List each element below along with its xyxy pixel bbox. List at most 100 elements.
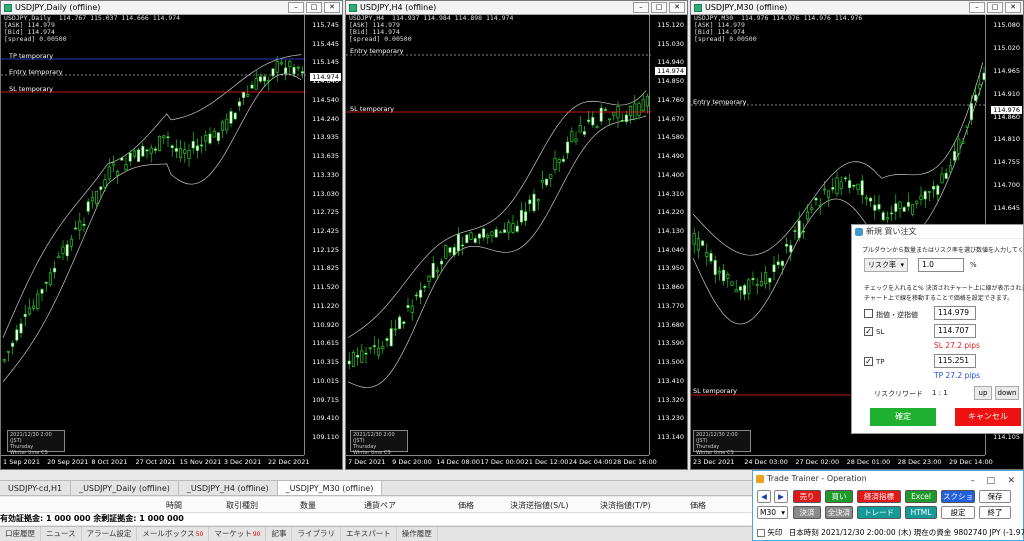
time-and-balance: 日本時刻 2021/12/30 2:00:00 (木) 現在の資金 980274… — [788, 528, 1024, 537]
close-button[interactable]: ✕ — [669, 2, 685, 13]
entry-line-label[interactable]: Entry temporary — [9, 68, 63, 76]
confirm-button[interactable]: 確定 — [870, 408, 936, 426]
column-sl[interactable]: 決済逆指値(S/L) — [510, 500, 568, 511]
down-button[interactable]: down — [995, 386, 1019, 400]
candle-body — [128, 152, 132, 162]
mailbox-badge: 50 — [195, 531, 204, 538]
chart-window-h4[interactable]: USDJPY,H4 (offline) – □ ✕ USDJPY,H4 114.… — [345, 0, 688, 470]
tp-line-label[interactable]: TP temporary — [9, 52, 53, 60]
maximize-icon[interactable]: □ — [986, 473, 995, 489]
candle-body — [11, 342, 15, 347]
candle-body — [132, 150, 136, 157]
candle-body — [566, 141, 570, 154]
column-type[interactable]: 取引種別 — [226, 500, 258, 511]
column-volume[interactable]: 数量 — [300, 500, 316, 511]
cancel-button[interactable]: キャンセル — [955, 408, 1021, 426]
limit-price-input[interactable]: 114.979 — [934, 306, 976, 320]
sl-price-input[interactable]: 114.707 — [934, 324, 976, 338]
html-button[interactable]: HTML — [905, 506, 937, 519]
candle-body — [216, 132, 220, 141]
sell-button[interactable]: 売り — [793, 490, 821, 503]
tab-alerts[interactable]: アラーム設定 — [82, 527, 138, 541]
price-tick: 113.680 — [657, 320, 684, 329]
tab-usdjpy-h4[interactable]: _USDJPY_H4 (offline) — [179, 481, 278, 495]
buy-button[interactable]: 買い — [825, 490, 853, 503]
minimize-icon[interactable]: – — [971, 473, 976, 489]
sl-line-label[interactable]: SL temporary — [9, 85, 53, 93]
candle-body — [179, 148, 183, 159]
sl-line-label[interactable]: SL temporary — [350, 105, 394, 113]
chart-window-daily[interactable]: USDJPY,Daily (offline) – □ ✕ USDJPY,Dail… — [0, 0, 343, 470]
risk-mode-select[interactable]: リスク率 ▾ — [864, 258, 908, 272]
tab-usdjpy-h1[interactable]: USDJPY-cd,H1 — [0, 481, 72, 495]
maximize-button[interactable]: □ — [306, 2, 322, 13]
candle-body — [839, 181, 843, 189]
maximize-button[interactable]: □ — [987, 2, 1003, 13]
dialog-titlebar[interactable]: 新規 買い注文 — [852, 225, 1023, 239]
exit-button[interactable]: 終了 — [979, 506, 1011, 519]
candle-body — [44, 282, 48, 284]
candle-body — [743, 285, 747, 295]
tab-usdjpy-daily[interactable]: _USDJPY_Daily (offline) — [71, 481, 179, 495]
price-plot[interactable] — [1, 15, 306, 457]
chart-titlebar[interactable]: USDJPY,Daily (offline) – □ ✕ — [1, 1, 342, 15]
candle-body — [377, 347, 381, 356]
tab-library[interactable]: ライブラリ — [292, 527, 341, 541]
tab-journal[interactable]: 操作履歴 — [397, 527, 438, 541]
next-arrow-button[interactable]: ▶ — [774, 490, 788, 503]
entry-line-label[interactable]: Entry temporary — [350, 47, 404, 55]
up-button[interactable]: up — [974, 386, 992, 400]
minimize-button[interactable]: – — [288, 2, 304, 13]
timeframe-select[interactable]: M30 ▾ — [757, 506, 788, 519]
tab-experts[interactable]: エキスパート — [341, 527, 397, 541]
price-tick: 113.500 — [657, 358, 684, 367]
column-pair[interactable]: 通貨ペア — [364, 500, 396, 511]
screenshot-button[interactable]: スクショ — [941, 490, 975, 503]
candle-body — [524, 211, 528, 221]
economic-indicator-button[interactable]: 経済指標 — [857, 490, 901, 503]
sl-line-label[interactable]: SL temporary — [693, 387, 737, 395]
close-button[interactable]: ✕ — [1005, 2, 1021, 13]
column-price-2[interactable]: 価格 — [690, 500, 706, 511]
tab-mailbox[interactable]: メールボックス50 — [137, 527, 210, 541]
column-time[interactable]: 時間 — [166, 500, 182, 511]
tp-checkbox[interactable]: ✓ — [864, 357, 873, 366]
chart-titlebar[interactable]: USDJPY,M30 (offline) – □ ✕ — [691, 1, 1023, 15]
sl-checkbox[interactable]: ✓ — [864, 327, 873, 336]
excel-button[interactable]: Excel — [905, 490, 937, 503]
candle-body — [612, 112, 616, 116]
candle-body — [448, 247, 452, 253]
tab-account-history[interactable]: 口座履歴 — [0, 527, 41, 541]
candle-body — [233, 112, 237, 120]
save-button[interactable]: 保存 — [979, 490, 1011, 503]
column-tp[interactable]: 決済指値(T/P) — [600, 500, 651, 511]
entry-line-label[interactable]: Entry temporary — [693, 98, 747, 106]
candle-body — [885, 217, 889, 220]
candle-body — [116, 171, 120, 176]
tab-market[interactable]: マーケット90 — [209, 527, 267, 541]
arrow-checkbox[interactable] — [757, 529, 765, 537]
trade-trainer-titlebar[interactable]: Trade Trainer - Operation – □ ✕ — [753, 471, 1023, 487]
minimize-button[interactable]: – — [969, 2, 985, 13]
tp-price-input[interactable]: 115.251 — [934, 354, 976, 368]
price-plot[interactable] — [346, 15, 651, 457]
maximize-button[interactable]: □ — [651, 2, 667, 13]
chart-titlebar[interactable]: USDJPY,H4 (offline) – □ ✕ — [346, 1, 687, 15]
prev-arrow-button[interactable]: ◀ — [757, 490, 771, 503]
close-icon[interactable]: ✕ — [1007, 473, 1015, 489]
risk-value-input[interactable]: 1.0 — [918, 258, 964, 272]
price-tick: 113.860 — [657, 283, 684, 292]
tab-articles[interactable]: 記事 — [266, 527, 293, 541]
close-button[interactable]: ✕ — [324, 2, 340, 13]
settings-button[interactable]: 設定 — [941, 506, 975, 519]
minimize-button[interactable]: – — [633, 2, 649, 13]
tab-news[interactable]: ニュース — [41, 527, 82, 541]
price-tick: 113.140 — [657, 433, 684, 441]
close-all-button[interactable]: 全決済 — [825, 506, 853, 519]
trade-button[interactable]: トレード — [857, 506, 901, 519]
candle-body — [398, 316, 402, 329]
limit-checkbox[interactable] — [864, 309, 873, 318]
tab-usdjpy-m30[interactable]: _USDJPY_M30 (offline) — [277, 481, 383, 495]
close-position-button[interactable]: 決済 — [793, 506, 821, 519]
column-price[interactable]: 価格 — [458, 500, 474, 511]
